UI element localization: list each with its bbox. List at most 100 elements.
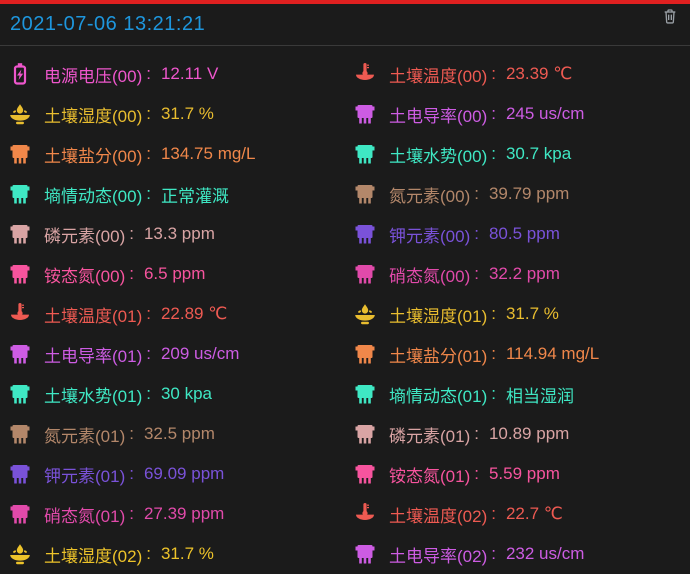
trash-icon <box>662 12 678 27</box>
reading-label: 土壤水势(01) <box>44 382 142 407</box>
reading-value: 30.7 kpa <box>506 144 571 164</box>
chip-icon <box>353 542 377 566</box>
reading-value: 正常灌溉 <box>161 182 229 207</box>
chip-icon <box>353 342 377 366</box>
reading-row: 土壤湿度(02) : 31.7 % <box>0 534 345 574</box>
reading-separator: : <box>146 64 151 84</box>
reading-label: 土壤盐分(01) <box>389 342 487 367</box>
reading-separator: : <box>491 504 496 524</box>
reading-separator: : <box>129 264 134 284</box>
chip-icon <box>353 142 377 166</box>
reading-value: 30 kpa <box>161 384 212 404</box>
reading-row: 土壤盐分(00) : 134.75 mg/L <box>0 134 345 174</box>
reading-separator: : <box>129 464 134 484</box>
reading-separator: : <box>491 344 496 364</box>
reading-value: 80.5 ppm <box>489 224 560 244</box>
reading-separator: : <box>146 384 151 404</box>
reading-value: 6.5 ppm <box>144 264 205 284</box>
reading-value: 22.89 ℃ <box>161 304 227 324</box>
reading-separator: : <box>491 104 496 124</box>
reading-value: 相当湿润 <box>506 382 574 407</box>
reading-separator: : <box>129 424 134 444</box>
reading-row: 铵态氮(01) : 5.59 ppm <box>345 454 690 494</box>
reading-value: 32.2 ppm <box>489 264 560 284</box>
thermometer-bowl-icon <box>8 302 32 326</box>
reading-label: 土壤温度(01) <box>44 302 142 327</box>
reading-row: 土壤温度(01) : 22.89 ℃ <box>0 294 345 334</box>
reading-label: 磷元素(00) <box>44 222 125 247</box>
chip-icon <box>353 382 377 406</box>
panel-header: 2021-07-06 13:21:21 <box>0 4 690 46</box>
reading-separator: : <box>146 144 151 164</box>
reading-label: 土壤温度(00) <box>389 62 487 87</box>
reading-value: 209 us/cm <box>161 344 239 364</box>
chip-icon <box>8 462 32 486</box>
thermometer-bowl-icon <box>353 502 377 526</box>
reading-label: 铵态氮(00) <box>44 262 125 287</box>
reading-row: 氮元素(00) : 39.79 ppm <box>345 174 690 214</box>
reading-value: 39.79 ppm <box>489 184 569 204</box>
reading-value: 69.09 ppm <box>144 464 224 484</box>
reading-row: 磷元素(00) : 13.3 ppm <box>0 214 345 254</box>
reading-label: 铵态氮(01) <box>389 462 470 487</box>
reading-value: 22.7 ℃ <box>506 504 563 524</box>
reading-label: 土壤湿度(02) <box>44 542 142 567</box>
battery-bolt-icon <box>8 62 32 86</box>
reading-separator: : <box>491 544 496 564</box>
chip-icon <box>353 462 377 486</box>
reading-label: 土电导率(02) <box>389 542 487 567</box>
chip-icon <box>8 182 32 206</box>
chip-icon <box>353 102 377 126</box>
reading-value: 134.75 mg/L <box>161 144 256 164</box>
reading-label: 氮元素(00) <box>389 182 470 207</box>
reading-separator: : <box>129 224 134 244</box>
reading-value: 12.11 V <box>161 64 218 84</box>
chip-icon <box>353 222 377 246</box>
sensor-readings-panel: 2021-07-06 13:21:21 电源电压(00) : 12.11 V 土… <box>0 0 690 571</box>
timestamp: 2021-07-06 13:21:21 <box>10 13 205 36</box>
thermometer-bowl-icon <box>353 62 377 86</box>
readings-grid: 电源电压(00) : 12.11 V 土壤温度(00) : 23.39 ℃ 土壤… <box>0 46 690 574</box>
chip-icon <box>8 342 32 366</box>
reading-value: 5.59 ppm <box>489 464 560 484</box>
chip-icon <box>353 422 377 446</box>
reading-value: 232 us/cm <box>506 544 584 564</box>
chip-icon <box>8 262 32 286</box>
reading-row: 土电导率(02) : 232 us/cm <box>345 534 690 574</box>
reading-row: 土电导率(00) : 245 us/cm <box>345 94 690 134</box>
reading-label: 土壤温度(02) <box>389 502 487 527</box>
reading-label: 电源电压(00) <box>44 62 142 87</box>
reading-value: 32.5 ppm <box>144 424 215 444</box>
reading-value: 10.89 ppm <box>489 424 569 444</box>
reading-row: 墒情动态(00) : 正常灌溉 <box>0 174 345 214</box>
reading-row: 电源电压(00) : 12.11 V <box>0 54 345 94</box>
reading-separator: : <box>129 504 134 524</box>
reading-separator: : <box>474 184 479 204</box>
reading-separator: : <box>491 144 496 164</box>
reading-row: 土壤湿度(01) : 31.7 % <box>345 294 690 334</box>
reading-separator: : <box>474 464 479 484</box>
reading-value: 23.39 ℃ <box>506 64 572 84</box>
reading-row: 土壤湿度(00) : 31.7 % <box>0 94 345 134</box>
reading-label: 土壤湿度(00) <box>44 102 142 127</box>
reading-separator: : <box>146 104 151 124</box>
reading-label: 硝态氮(00) <box>389 262 470 287</box>
reading-value: 31.7 % <box>161 104 214 124</box>
chip-icon <box>353 262 377 286</box>
reading-row: 墒情动态(01) : 相当湿润 <box>345 374 690 414</box>
reading-label: 土壤盐分(00) <box>44 142 142 167</box>
reading-separator: : <box>474 424 479 444</box>
reading-label: 土壤湿度(01) <box>389 302 487 327</box>
reading-label: 墒情动态(01) <box>389 382 487 407</box>
moisture-lamp-icon <box>8 542 32 566</box>
reading-row: 磷元素(01) : 10.89 ppm <box>345 414 690 454</box>
chip-icon <box>8 382 32 406</box>
reading-row: 土壤水势(00) : 30.7 kpa <box>345 134 690 174</box>
reading-label: 墒情动态(00) <box>44 182 142 207</box>
reading-row: 氮元素(01) : 32.5 ppm <box>0 414 345 454</box>
reading-row: 硝态氮(01) : 27.39 ppm <box>0 494 345 534</box>
chip-icon <box>8 142 32 166</box>
delete-button[interactable] <box>660 6 680 26</box>
reading-separator: : <box>474 264 479 284</box>
reading-label: 土电导率(00) <box>389 102 487 127</box>
